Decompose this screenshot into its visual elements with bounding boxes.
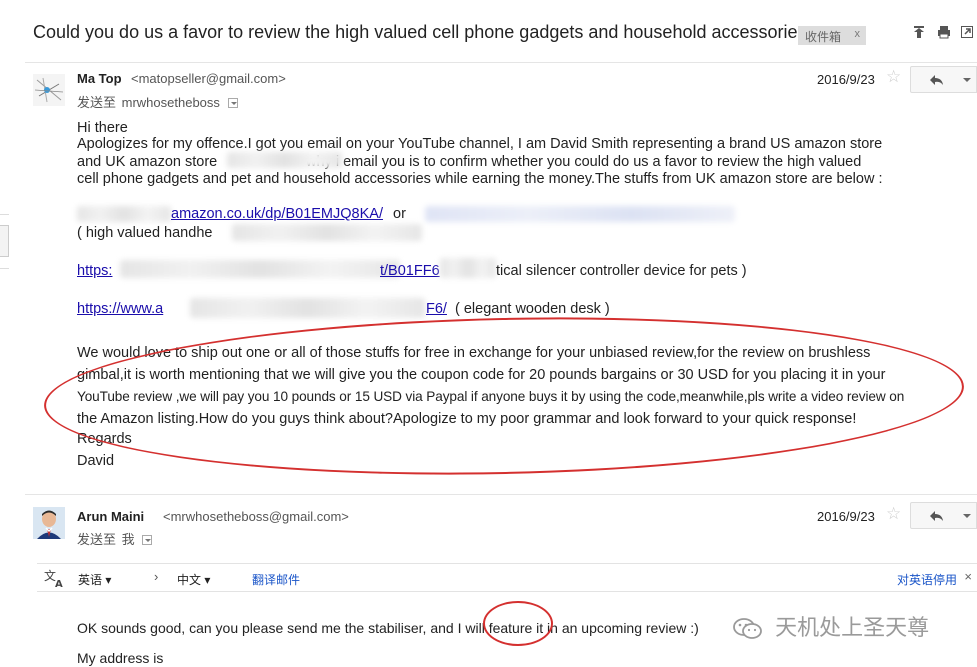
recipient-line: 发送至 mrwhosetheboss xyxy=(77,92,238,111)
recipient-line: 发送至 我 xyxy=(77,529,153,548)
sender-email: <mrwhosetheboss@gmail.com> xyxy=(163,509,349,524)
product-link-1[interactable]: amazon.co.uk/dp/B01EMJQ8KA/ or xyxy=(171,205,406,223)
sender-name[interactable]: Ma Top xyxy=(77,71,122,86)
sender-email: <matopseller@gmail.com> xyxy=(131,71,286,86)
sender-name[interactable]: Arun Maini xyxy=(77,509,144,524)
email-subject: Could you do us a favor to review the hi… xyxy=(33,22,807,42)
product-link-3[interactable]: https://www.a xyxy=(77,300,163,318)
show-details-dropdown[interactable] xyxy=(142,535,153,545)
left-rail-line xyxy=(0,268,9,269)
to-prefix: 发送至 xyxy=(77,532,117,547)
reply-button[interactable] xyxy=(910,66,960,93)
product-note-1: ( high valued handhe xyxy=(77,225,213,241)
product-note-2: tical silencer controller device for pet… xyxy=(496,263,747,279)
translate-message-link[interactable]: 翻译邮件 xyxy=(252,571,300,588)
recipient: mrwhosetheboss xyxy=(121,95,220,110)
redaction xyxy=(425,206,735,222)
intro-line: Apologizes for my offence.I got you emai… xyxy=(77,136,883,152)
intro-line: and UK amazon store why i email you is t… xyxy=(77,153,862,170)
svg-text:A: A xyxy=(55,579,63,588)
redaction xyxy=(227,152,342,168)
open-new-window-icon[interactable] xyxy=(913,25,925,39)
message-date: 2016/9/23 xyxy=(817,72,875,87)
more-options-button[interactable] xyxy=(958,66,977,93)
product-link-2-mid[interactable]: t/B01FF6 xyxy=(380,262,440,280)
close-translate-bar-button[interactable]: × xyxy=(964,569,972,584)
to-prefix: 发送至 xyxy=(77,95,117,110)
product-link-3-suffix[interactable]: F6/ ( elegant wooden desk ) xyxy=(426,300,610,318)
intro-paragraph: Apologizes for my offence.I got you emai… xyxy=(77,136,977,189)
reply-body-line: OK sounds good, can you please send me t… xyxy=(77,620,699,636)
wechat-icon xyxy=(733,617,763,647)
inbox-label-text: 收件箱 xyxy=(805,30,842,44)
subject-bar: Could you do us a favor to review the hi… xyxy=(0,0,977,62)
product-link-2[interactable]: https: xyxy=(77,262,112,280)
redaction xyxy=(77,206,171,222)
redaction xyxy=(120,260,400,278)
redaction xyxy=(440,258,496,278)
redaction xyxy=(190,298,425,318)
avatar xyxy=(33,74,65,106)
thread-actions xyxy=(913,25,973,39)
annotation-ellipse xyxy=(42,308,966,484)
reply-body-line: My address is xyxy=(77,650,164,666)
chevron-right-icon: › xyxy=(154,569,159,584)
avatar xyxy=(33,507,65,539)
show-details-dropdown[interactable] xyxy=(227,98,238,108)
intro-line: cell phone gadgets and pet and household… xyxy=(77,171,883,187)
left-rail-tab[interactable] xyxy=(0,225,9,257)
popout-icon[interactable] xyxy=(961,25,973,39)
more-options-button[interactable] xyxy=(958,502,977,529)
print-icon[interactable] xyxy=(937,25,950,39)
star-icon[interactable]: ☆ xyxy=(886,67,901,87)
recipient: 我 xyxy=(121,532,135,547)
translate-bar: 文A 英语 ▾ › 中文 ▾ 翻译邮件 对英语停用 × xyxy=(37,563,977,592)
watermark-text: 天机处上圣天尊 xyxy=(775,615,930,640)
reply-icon xyxy=(930,75,943,85)
watermark: 天机处上圣天尊 xyxy=(733,610,929,647)
message-date: 2016/9/23 xyxy=(817,509,875,524)
left-rail-line xyxy=(0,214,9,215)
divider xyxy=(25,62,977,63)
target-language-select[interactable]: 中文 ▾ xyxy=(177,571,210,588)
signature: David xyxy=(77,453,115,469)
source-language-select[interactable]: 英语 ▾ xyxy=(78,571,111,588)
redaction xyxy=(232,224,422,241)
divider xyxy=(25,494,977,495)
translate-icon: 文A xyxy=(44,568,66,591)
greeting: Hi there xyxy=(77,120,128,136)
reply-icon xyxy=(930,511,943,521)
remove-label-button[interactable]: x xyxy=(855,28,861,40)
reply-button[interactable] xyxy=(910,502,960,529)
annotation-ellipse xyxy=(483,601,553,646)
disable-translation-link[interactable]: 对英语停用 xyxy=(897,571,957,588)
inbox-label-chip[interactable]: 收件箱 x xyxy=(798,26,866,45)
star-icon[interactable]: ☆ xyxy=(886,504,901,524)
